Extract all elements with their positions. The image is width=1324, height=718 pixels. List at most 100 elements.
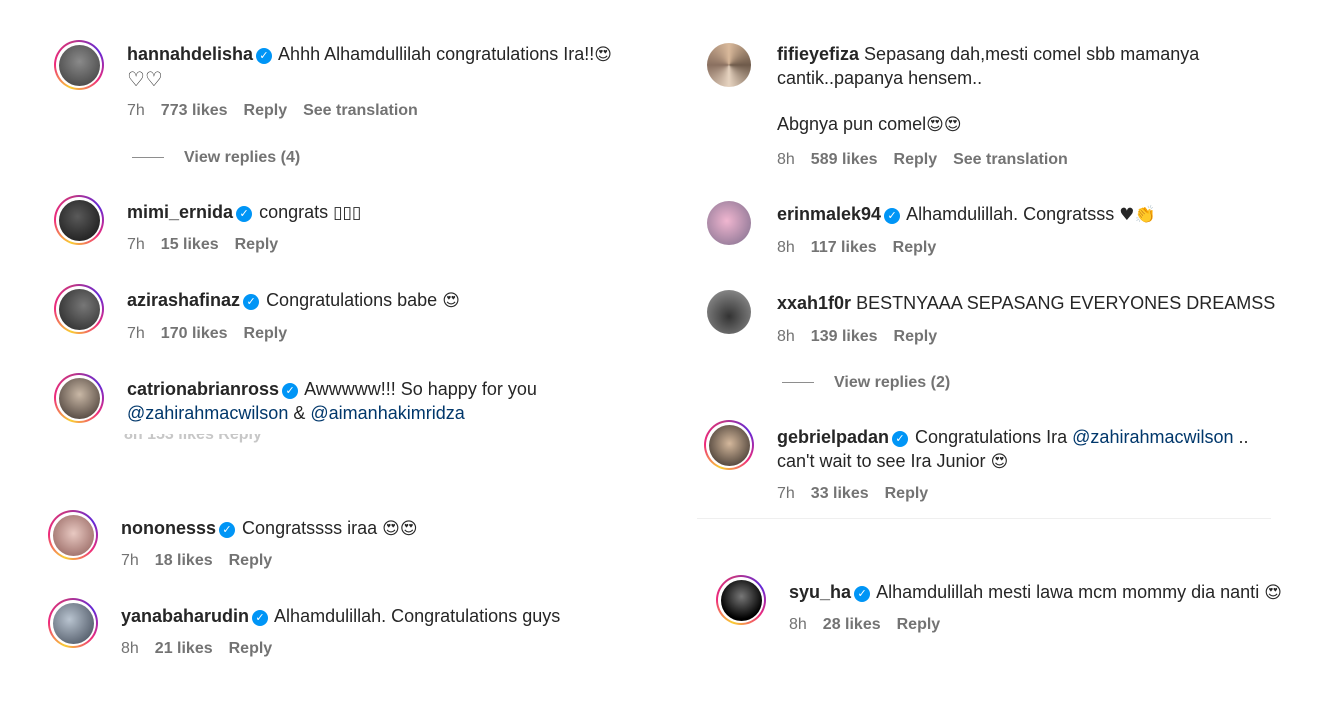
comment-text: Alhamdulillah. Congratulations guys — [274, 606, 561, 626]
comment-text-line2: cantik..papanya hensem.. — [777, 68, 983, 88]
hearts-text: ♡♡ — [127, 67, 163, 91]
likes-count[interactable]: 170 likes — [161, 325, 228, 342]
view-replies-label: View replies (2) — [834, 374, 951, 391]
username[interactable]: fifieyefiza — [777, 44, 859, 64]
reply-button[interactable]: Reply — [885, 485, 929, 502]
username[interactable]: erinmalek94 — [777, 204, 881, 224]
username[interactable]: xxah1f0r — [777, 293, 851, 313]
view-replies-label: View replies (4) — [184, 149, 301, 166]
emoji: 😍😍 — [926, 115, 962, 135]
likes-count[interactable]: 139 likes — [811, 328, 878, 345]
username[interactable]: syu_ha — [789, 582, 851, 602]
likes-count[interactable]: 589 likes — [811, 151, 878, 168]
verified-badge-icon: ✓ — [252, 610, 269, 626]
likes-count[interactable]: 33 likes — [811, 485, 869, 502]
avatar[interactable] — [707, 290, 751, 334]
see-translation-button[interactable]: See translation — [303, 102, 418, 119]
timestamp: 8h — [777, 328, 795, 345]
emoji: ▯▯▯ — [333, 203, 362, 223]
mention-link[interactable]: @aimanhakimridza — [310, 403, 464, 423]
comment-text: Alhamdulillah. Congratsss — [906, 204, 1115, 224]
reply-button[interactable]: Reply — [244, 102, 288, 119]
emoji: ♥👏 — [1119, 205, 1156, 225]
emoji: 😍 — [594, 45, 612, 65]
timestamp: 8h — [777, 239, 795, 256]
comment-text-line3: Abgnya pun comel — [777, 114, 927, 134]
divider-line — [782, 382, 814, 384]
reply-button[interactable]: Reply — [894, 151, 938, 168]
reply-button[interactable]: Reply — [893, 239, 937, 256]
avatar[interactable] — [704, 420, 754, 470]
timestamp: 8h — [121, 640, 139, 657]
timestamp: 7h — [127, 325, 145, 342]
reply-button[interactable]: Reply — [897, 616, 941, 633]
avatar[interactable] — [54, 284, 104, 334]
verified-badge-icon: ✓ — [236, 206, 253, 222]
username[interactable]: nononesss — [121, 518, 216, 538]
divider-line — [132, 157, 164, 159]
username[interactable]: hannahdelisha — [127, 44, 253, 64]
username[interactable]: catrionabrianross — [127, 379, 279, 399]
reply-button[interactable]: Reply — [894, 328, 938, 345]
verified-badge-icon: ✓ — [243, 294, 260, 310]
avatar[interactable] — [716, 575, 766, 625]
comment-text: Congratssss iraa — [242, 518, 378, 538]
emoji: 😍 — [1264, 583, 1282, 603]
timestamp: 7h — [127, 102, 145, 119]
comment-text: Awwwww!!! So happy for you — [304, 379, 537, 399]
reply-button[interactable]: Reply — [235, 236, 279, 253]
see-translation-button[interactable]: See translation — [953, 151, 1068, 168]
section-divider — [697, 518, 1271, 519]
avatar[interactable] — [54, 195, 104, 245]
timestamp: 8h — [789, 616, 807, 633]
ampersand: & — [293, 403, 306, 423]
username[interactable]: yanabaharudin — [121, 606, 249, 626]
timestamp: 8h — [777, 151, 795, 168]
comment-text: BESTNYAAA SEPASANG EVERYONES DREAMSS — [856, 293, 1276, 313]
username[interactable]: gebrielpadan — [777, 427, 889, 447]
likes-count[interactable]: 15 likes — [161, 236, 219, 253]
likes-count[interactable]: 18 likes — [155, 552, 213, 569]
verified-badge-icon: ✓ — [219, 522, 236, 538]
comment-text: congrats — [259, 202, 329, 222]
avatar[interactable] — [54, 40, 104, 90]
mention-link[interactable]: @zahirahmacwilson — [127, 403, 288, 423]
comment-text: Alhamdulillah mesti lawa mcm mommy dia n… — [876, 582, 1260, 602]
view-replies-button[interactable]: View replies (2) — [782, 374, 950, 392]
verified-badge-icon: ✓ — [884, 208, 901, 224]
avatar[interactable] — [48, 598, 98, 648]
emoji: 😍 — [442, 291, 460, 311]
comment-text-suffix: .. — [1238, 427, 1249, 447]
verified-badge-icon: ✓ — [854, 586, 871, 602]
verified-badge-icon: ✓ — [256, 48, 273, 64]
comment-text: Congratulations Ira — [915, 427, 1068, 447]
likes-count[interactable]: 28 likes — [823, 616, 881, 633]
emoji: 😍😍 — [382, 519, 418, 539]
reply-button[interactable]: Reply — [229, 552, 273, 569]
comment-text: Ahhh Alhamdullilah congratulations Ira!! — [278, 44, 595, 64]
avatar[interactable] — [707, 43, 751, 87]
view-replies-button[interactable]: View replies (4) — [132, 149, 300, 167]
verified-badge-icon: ✓ — [282, 383, 299, 399]
timestamp: 7h — [121, 552, 139, 569]
reply-button[interactable]: Reply — [229, 640, 273, 657]
comment-text: Congratulations babe — [266, 290, 438, 310]
clipped-meta-row: 8h 153 likes Reply — [124, 434, 424, 446]
comment-text-line2: can't wait to see Ira Junior — [777, 451, 986, 471]
likes-count[interactable]: 21 likes — [155, 640, 213, 657]
likes-count[interactable]: 117 likes — [811, 239, 877, 256]
username[interactable]: azirashafinaz — [127, 290, 240, 310]
timestamp: 7h — [777, 485, 795, 502]
avatar[interactable] — [48, 510, 98, 560]
emoji: 😍 — [990, 452, 1009, 472]
verified-badge-icon: ✓ — [892, 431, 909, 447]
avatar[interactable] — [54, 373, 104, 423]
mention-link[interactable]: @zahirahmacwilson — [1072, 427, 1233, 447]
reply-button[interactable]: Reply — [244, 325, 288, 342]
comment-text: Sepasang dah,mesti comel sbb mamanya — [864, 44, 1200, 64]
username[interactable]: mimi_ernida — [127, 202, 233, 222]
avatar[interactable] — [707, 201, 751, 245]
clipped-meta-text: 8h 153 likes Reply — [124, 434, 262, 443]
timestamp: 7h — [127, 236, 145, 253]
likes-count[interactable]: 773 likes — [161, 102, 228, 119]
